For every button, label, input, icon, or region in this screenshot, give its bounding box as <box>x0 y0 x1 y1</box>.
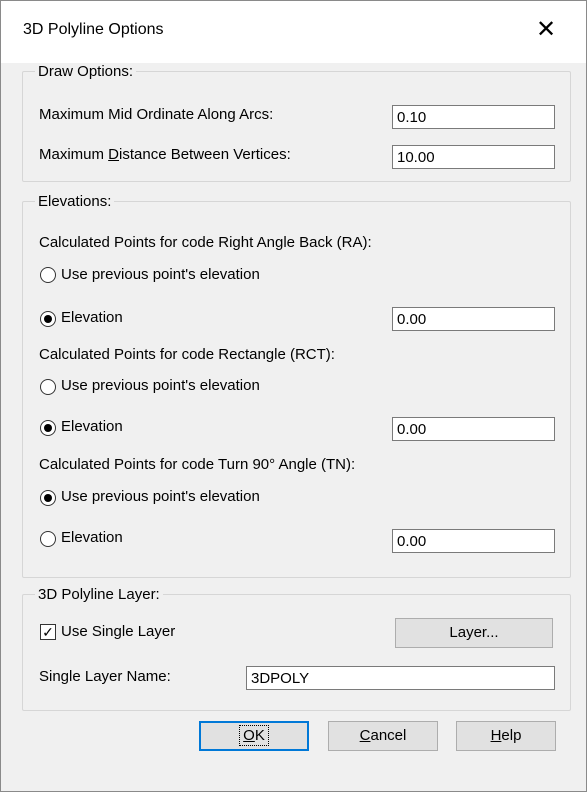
ra-use-previous-label[interactable]: Use previous point's elevation <box>61 266 260 283</box>
dialog-title: 3D Polyline Options <box>23 21 164 38</box>
dialog-window: 3D Polyline Options ✕ Draw Options: Maxi… <box>0 0 587 792</box>
layer-button[interactable]: Layer... <box>395 618 553 648</box>
rct-elevation-radio[interactable] <box>40 420 56 436</box>
cancel-mnemonic: C <box>359 727 371 744</box>
distance-input[interactable] <box>392 145 555 169</box>
help-mnemonic: H <box>490 727 502 744</box>
use-single-layer-label[interactable]: Use Single Layer <box>61 623 175 640</box>
rct-use-previous-radio[interactable] <box>40 379 56 395</box>
tn-elevation-input[interactable] <box>392 529 555 553</box>
elevations-legend: Elevations: <box>38 193 112 210</box>
use-single-layer-checkbox[interactable]: ✓ <box>40 624 56 640</box>
layer-legend: 3D Polyline Layer: <box>38 586 160 603</box>
layer-group: 3D Polyline Layer: <box>22 586 571 711</box>
ok-mnemonic: O <box>243 727 255 744</box>
tn-use-previous-label[interactable]: Use previous point's elevation <box>61 488 260 505</box>
tn-heading: Calculated Points for code Turn 90° Angl… <box>39 456 356 473</box>
cancel-button[interactable]: Cancel <box>328 721 438 751</box>
ra-heading: Calculated Points for code Right Angle B… <box>39 234 372 251</box>
rct-heading: Calculated Points for code Rectangle (RC… <box>39 346 335 363</box>
close-icon[interactable]: ✕ <box>531 15 561 45</box>
distance-label-pre: Maximum <box>39 146 109 163</box>
distance-label-mnemonic: D <box>108 146 120 163</box>
distance-label: Maximum Distance Between Vertices: <box>39 146 291 163</box>
ra-use-previous-radio[interactable] <box>40 267 56 283</box>
draw-options-legend: Draw Options: <box>38 63 134 80</box>
ok-rest: K <box>254 727 265 744</box>
mid-ordinate-input[interactable] <box>392 105 555 129</box>
distance-label-post: istance Between Vertices: <box>119 146 291 163</box>
single-layer-name-input[interactable] <box>246 666 555 690</box>
ra-elevation-radio[interactable] <box>40 311 56 327</box>
mid-ordinate-label: Maximum Mid Ordinate Along Arcs: <box>39 106 274 123</box>
rct-use-previous-label[interactable]: Use previous point's elevation <box>61 377 260 394</box>
ra-elevation-label[interactable]: Elevation <box>61 309 123 326</box>
single-layer-name-label: Single Layer Name: <box>39 668 171 685</box>
help-button[interactable]: Help <box>456 721 556 751</box>
tn-elevation-label[interactable]: Elevation <box>61 529 123 546</box>
rct-elevation-input[interactable] <box>392 417 555 441</box>
title-bar: 3D Polyline Options ✕ <box>1 1 586 63</box>
rct-elevation-label[interactable]: Elevation <box>61 418 123 435</box>
ra-elevation-input[interactable] <box>392 307 555 331</box>
help-rest: elp <box>501 727 522 744</box>
ok-button[interactable]: OK <box>199 721 309 751</box>
tn-elevation-radio[interactable] <box>40 531 56 547</box>
tn-use-previous-radio[interactable] <box>40 490 56 506</box>
ok-button-label: OK <box>239 725 269 746</box>
cancel-rest: ancel <box>370 727 407 744</box>
